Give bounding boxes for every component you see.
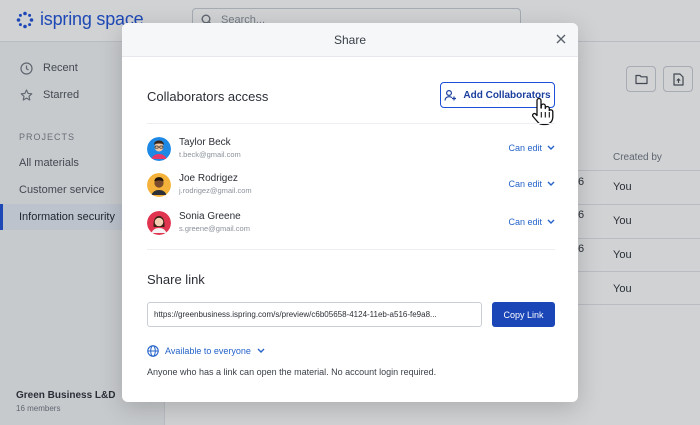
share-dialog: Share Collaborators access Add Collabora… (122, 23, 578, 402)
permission-label: Can edit (508, 179, 542, 189)
avatar (147, 137, 171, 161)
collaborator-row: Sonia Greene s.greene@gmail.com Can edit (147, 211, 555, 237)
collaborator-name: Joe Rodrigez (179, 173, 238, 184)
permission-dropdown[interactable]: Can edit (508, 143, 555, 153)
hand-cursor-icon (531, 97, 554, 126)
divider (147, 249, 555, 250)
add-person-icon (444, 89, 457, 101)
permission-dropdown[interactable]: Can edit (508, 179, 555, 189)
collaborator-email: t.beck@gmail.com (179, 150, 241, 159)
collaborators-title: Collaborators access (147, 89, 269, 104)
collaborator-email: s.greene@gmail.com (179, 224, 250, 233)
close-button[interactable] (554, 32, 568, 46)
avatar (147, 173, 171, 197)
share-link-field[interactable]: https://greenbusiness.ispring.com/s/prev… (147, 302, 482, 327)
availability-label: Available to everyone (165, 346, 251, 356)
chevron-down-icon (257, 348, 265, 353)
permission-label: Can edit (508, 217, 542, 227)
avatar (147, 211, 171, 235)
share-link-title: Share link (147, 272, 205, 287)
collaborator-name: Taylor Beck (179, 137, 231, 148)
chevron-down-icon (547, 145, 555, 150)
close-icon (556, 34, 566, 44)
dialog-header: Share (122, 23, 578, 57)
access-note: Anyone who has a link can open the mater… (147, 367, 437, 377)
collaborator-name: Sonia Greene (179, 211, 241, 222)
availability-dropdown[interactable]: Available to everyone (147, 345, 265, 357)
globe-icon (147, 345, 159, 357)
chevron-down-icon (547, 219, 555, 224)
permission-dropdown[interactable]: Can edit (508, 217, 555, 227)
permission-label: Can edit (508, 143, 542, 153)
chevron-down-icon (547, 181, 555, 186)
dialog-title: Share (333, 33, 367, 47)
collaborator-row: Joe Rodrigez j.rodrigez@gmail.com Can ed… (147, 173, 555, 199)
divider (147, 123, 555, 124)
collaborator-row: Taylor Beck t.beck@gmail.com Can edit (147, 137, 555, 163)
collaborator-email: j.rodrigez@gmail.com (179, 186, 252, 195)
share-link-value: https://greenbusiness.ispring.com/s/prev… (154, 310, 437, 319)
copy-link-button[interactable]: Copy Link (492, 302, 555, 327)
